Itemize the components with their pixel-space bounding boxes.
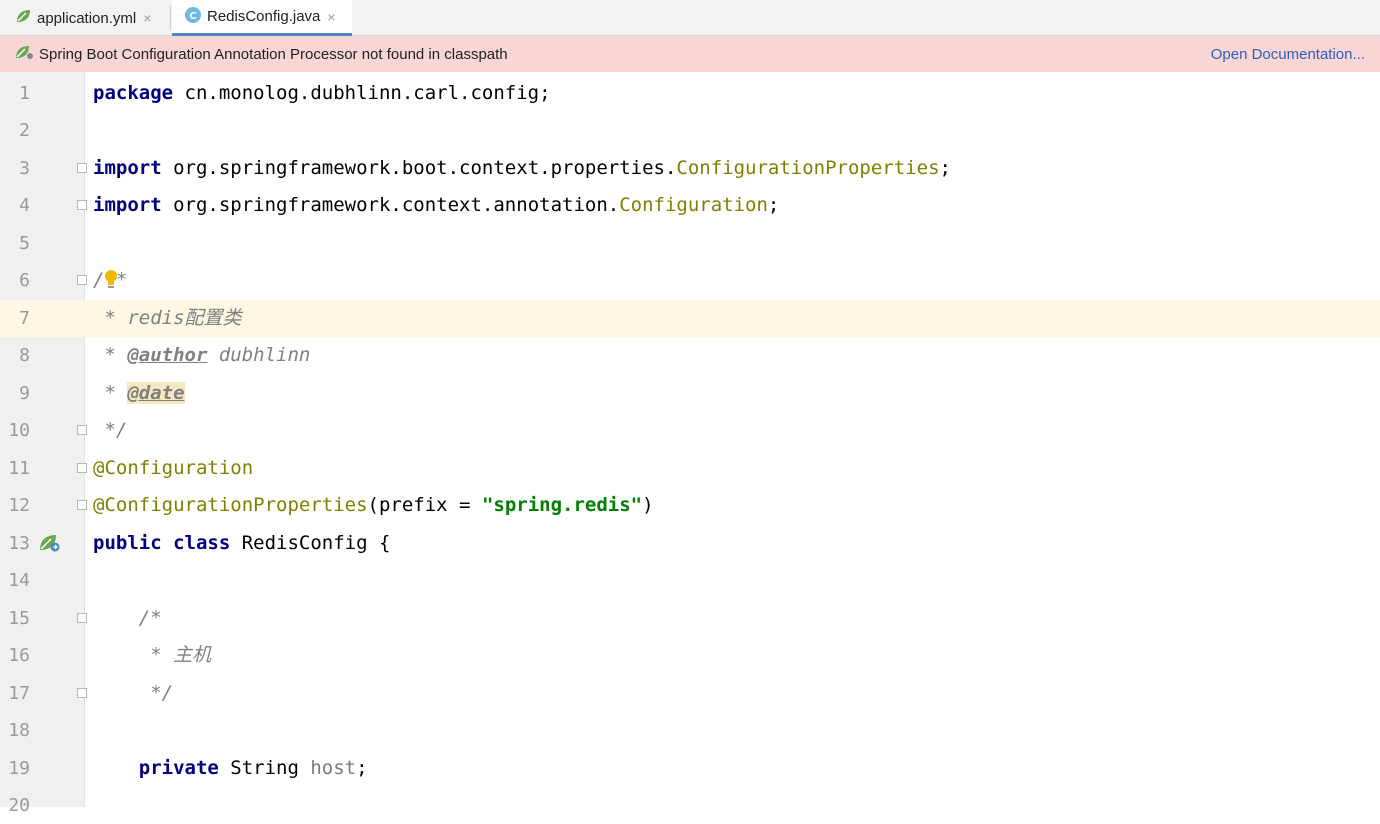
editor-tab-bar: application.yml × C RedisConfig.java × — [0, 0, 1380, 36]
line-number: 15 — [8, 608, 30, 629]
comment: * — [93, 382, 128, 404]
code-line: 6 /** — [0, 262, 1380, 299]
comment: dubhlinn — [207, 344, 311, 366]
line-number: 8 — [19, 345, 30, 366]
tab-application-yml[interactable]: application.yml × — [0, 0, 170, 36]
code-line: 19 private String host; — [0, 750, 1380, 787]
comment: /* — [93, 607, 162, 629]
string-literal: "spring.redis" — [481, 494, 643, 516]
fold-end-icon[interactable] — [77, 688, 87, 698]
keyword: private — [138, 757, 219, 779]
type-name: String — [218, 757, 311, 779]
code-editor[interactable]: 1 package cn.monolog.dubhlinn.carl.confi… — [0, 72, 1380, 816]
notification-banner: Spring Boot Configuration Annotation Pro… — [0, 36, 1380, 72]
line-number: 12 — [8, 495, 30, 516]
fold-start-icon[interactable] — [77, 275, 87, 285]
javadoc-tag: @date — [127, 382, 185, 404]
line-number: 4 — [19, 195, 30, 216]
fold-end-icon[interactable] — [77, 200, 87, 210]
fold-start-icon[interactable] — [77, 463, 87, 473]
lightbulb-icon[interactable] — [103, 268, 119, 294]
close-icon[interactable]: × — [143, 10, 151, 26]
comment: */ — [93, 419, 128, 441]
close-icon[interactable]: × — [327, 9, 335, 25]
line-number: 18 — [8, 720, 30, 741]
code-text: cn.monolog.dubhlinn.carl.config; — [173, 82, 551, 104]
fold-start-icon[interactable] — [77, 163, 87, 173]
line-number: 13 — [8, 533, 30, 554]
code-line: 18 — [0, 712, 1380, 749]
code-line: 5 — [0, 225, 1380, 262]
keyword: import — [93, 194, 162, 216]
line-number: 6 — [19, 270, 30, 291]
tab-divider — [170, 6, 171, 30]
javadoc-tag: @author — [127, 344, 208, 366]
line-number: 17 — [8, 683, 30, 704]
line-number: 9 — [19, 383, 30, 404]
annotation: @Configuration — [93, 457, 254, 479]
line-number: 14 — [8, 570, 30, 591]
line-number: 20 — [8, 795, 30, 816]
code-line: 4 import org.springframework.context.ann… — [0, 187, 1380, 224]
svg-text:C: C — [189, 11, 196, 22]
banner-message: Spring Boot Configuration Annotation Pro… — [39, 45, 508, 63]
code-text: (prefix = — [367, 494, 482, 516]
code-text: org.springframework.boot.context.propert… — [161, 157, 677, 179]
spring-bean-icon[interactable] — [38, 532, 62, 558]
code-line: 16 * 主机 — [0, 637, 1380, 674]
comment: * — [93, 344, 128, 366]
code-line: 8 * @author dubhlinn — [0, 337, 1380, 374]
line-number: 16 — [8, 645, 30, 666]
annotation: @ConfigurationProperties — [93, 494, 368, 516]
fold-start-icon[interactable] — [77, 613, 87, 623]
code-text: ) — [642, 494, 654, 516]
java-class-icon: C — [184, 6, 202, 28]
line-number: 2 — [19, 120, 30, 141]
tab-redisconfig-java[interactable]: C RedisConfig.java × — [172, 0, 352, 36]
spring-leaf-icon — [14, 43, 34, 65]
keyword: import — [93, 157, 162, 179]
keyword: public class — [93, 532, 231, 554]
code-text: RedisConfig { — [230, 532, 391, 554]
code-line: 10 */ — [0, 412, 1380, 449]
code-text: ; — [767, 194, 780, 216]
code-line: 1 package cn.monolog.dubhlinn.carl.confi… — [0, 75, 1380, 112]
code-line: 17 */ — [0, 675, 1380, 712]
class-reference: Configuration — [619, 194, 768, 216]
comment: redis配置类 — [127, 307, 242, 329]
code-line: 20 — [0, 787, 1380, 824]
field-name: host — [310, 757, 357, 779]
tab-label: RedisConfig.java — [207, 8, 321, 25]
comment: * — [93, 307, 128, 329]
line-number: 3 — [19, 158, 30, 179]
code-line: 15 /* — [0, 600, 1380, 637]
open-documentation-link[interactable]: Open Documentation... — [1211, 46, 1365, 63]
fold-end-icon[interactable] — [77, 425, 87, 435]
code-line: 3 import org.springframework.boot.contex… — [0, 150, 1380, 187]
comment: */ — [93, 682, 174, 704]
code-text: org.springframework.context.annotation. — [161, 194, 620, 216]
fold-end-icon[interactable] — [77, 500, 87, 510]
keyword: package — [93, 82, 174, 104]
class-reference: ConfigurationProperties — [676, 157, 940, 179]
line-number: 7 — [19, 308, 30, 329]
code-line: 2 — [0, 112, 1380, 149]
code-line: 12 @ConfigurationProperties(prefix = "sp… — [0, 487, 1380, 524]
comment: * 主机 — [93, 644, 212, 666]
line-number: 1 — [19, 83, 30, 104]
code-text: ; — [356, 757, 368, 779]
code-line: 11 @Configuration — [0, 450, 1380, 487]
code-line-current: 7 * redis配置类 — [0, 300, 1380, 337]
code-line: 13 public class RedisConfig { — [0, 525, 1380, 562]
spring-leaf-icon — [14, 7, 32, 29]
tab-label: application.yml — [37, 9, 137, 27]
code-line: 9 * @date — [0, 375, 1380, 412]
code-text: ; — [939, 157, 951, 179]
code-line: 14 — [0, 562, 1380, 599]
line-number: 11 — [8, 458, 30, 479]
line-number: 19 — [8, 758, 30, 779]
line-number: 10 — [8, 420, 30, 441]
line-number: 5 — [19, 233, 30, 254]
